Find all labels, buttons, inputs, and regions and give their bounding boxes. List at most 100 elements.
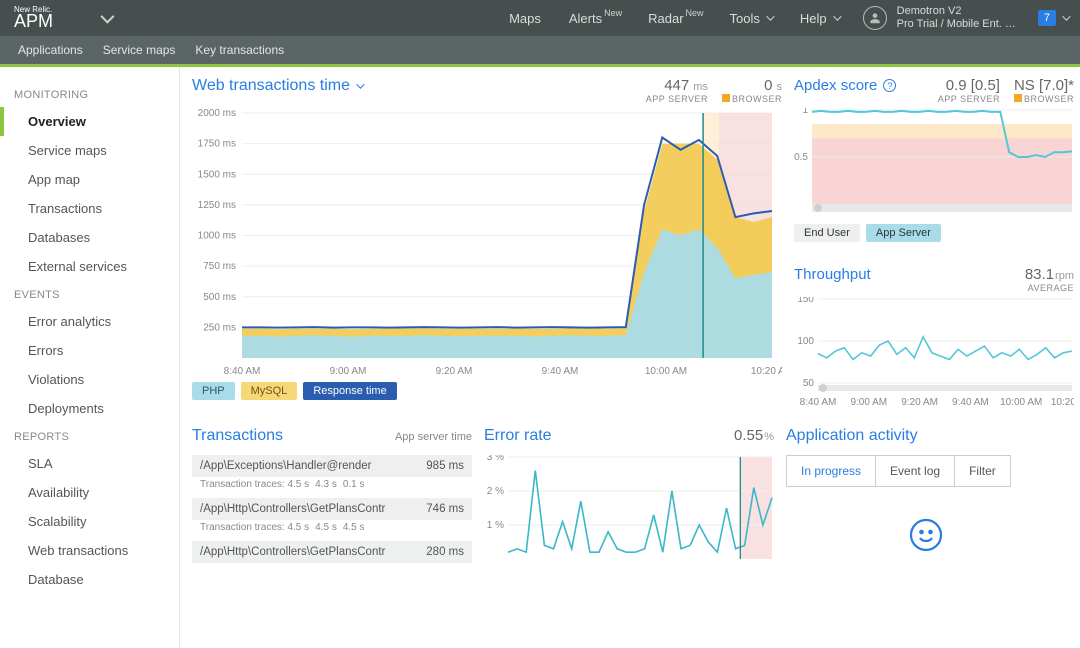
chevron-down-icon (833, 12, 841, 20)
smile-icon (786, 517, 1066, 553)
legend-chip[interactable]: MySQL (241, 382, 298, 400)
metric: 83.1rpm AVERAGE (1025, 266, 1074, 293)
chevron-down-icon (1062, 12, 1070, 20)
topnav-item[interactable]: Maps (495, 0, 555, 36)
legend-chip[interactable]: PHP (192, 382, 235, 400)
svg-text:2000 ms: 2000 ms (198, 108, 236, 119)
topnav-item[interactable]: Tools (716, 0, 786, 36)
svg-text:8:40 AM: 8:40 AM (224, 366, 261, 377)
chevron-down-icon (100, 10, 114, 24)
subnav-item[interactable]: Applications (8, 36, 93, 64)
sidebar-item[interactable]: Scalability (0, 507, 179, 536)
svg-text:1750 ms: 1750 ms (198, 139, 236, 150)
metric-strip: 0.9 [0.5]APP SERVER NS [7.0]*BROWSER (938, 77, 1074, 104)
transaction-row[interactable]: /App\Exceptions\Handler@render985 ms (192, 455, 472, 477)
sidebar-heading: EVENTS (0, 281, 179, 307)
apdex-chart[interactable]: 0.51 (794, 108, 1074, 218)
legend-chip[interactable]: Response time (303, 382, 396, 400)
user-menu[interactable]: Demotron V2 Pro Trial / Mobile Ent. … (853, 0, 1026, 36)
topnav-item[interactable]: RadarNew (634, 0, 715, 36)
transaction-row[interactable]: /App\Http\Controllers\GetPlansContr280 m… (192, 541, 472, 563)
user-icon (863, 6, 887, 30)
metric: 447 msAPP SERVER (646, 77, 708, 104)
panel-title: Application activity (786, 427, 1066, 445)
svg-text:750 ms: 750 ms (203, 261, 236, 272)
web-transactions-chart[interactable]: 250 ms500 ms750 ms1000 ms1250 ms1500 ms1… (192, 108, 782, 378)
sidebar-item[interactable]: Service maps (0, 136, 179, 165)
svg-text:50: 50 (803, 378, 815, 389)
chevron-down-icon (356, 80, 364, 88)
svg-text:3 %: 3 % (487, 455, 504, 463)
svg-text:10:00 AM: 10:00 AM (645, 366, 687, 377)
error-rate-chart[interactable]: 1 % 2 % 3 % (484, 455, 774, 565)
sub-nav: ApplicationsService mapsKey transactions (0, 36, 1080, 64)
svg-text:9:00 AM: 9:00 AM (850, 397, 887, 407)
throughput-chart[interactable]: 501001508:40 AM9:00 AM9:20 AM9:40 AM10:0… (794, 297, 1074, 407)
svg-text:10:00 AM: 10:00 AM (1000, 397, 1042, 407)
tab[interactable]: Filter (955, 456, 1010, 486)
chevron-down-icon (766, 12, 774, 20)
legend: End User App Server (794, 224, 1074, 242)
main-layout: MONITORINGOverviewService mapsApp mapTra… (0, 67, 1080, 648)
panel-title[interactable]: Web transactions time (192, 77, 362, 95)
metric-strip: 447 msAPP SERVER 0 sBROWSER (646, 77, 782, 104)
subnav-item[interactable]: Service maps (93, 36, 186, 64)
svg-text:1 %: 1 % (487, 520, 504, 531)
panel-title: Throughput (794, 266, 871, 283)
tab[interactable]: In progress (787, 456, 876, 486)
help-icon[interactable]: ? (883, 79, 896, 92)
legend: PHP MySQL Response time (192, 382, 782, 400)
svg-text:9:00 AM: 9:00 AM (330, 366, 367, 377)
metric: 0 sBROWSER (722, 77, 782, 104)
metric: 0.9 [0.5]APP SERVER (938, 77, 1000, 104)
svg-text:150: 150 (797, 297, 814, 305)
sidebar-item[interactable]: External services (0, 252, 179, 281)
svg-text:8:40 AM: 8:40 AM (800, 397, 837, 407)
top-nav: MapsAlertsNewRadarNewToolsHelp (495, 0, 853, 36)
transaction-traces: Transaction traces: 4.5 s4.5 s4.5 s (192, 520, 472, 537)
svg-text:100: 100 (797, 336, 814, 347)
sidebar-item[interactable]: Violations (0, 365, 179, 394)
subnav-item[interactable]: Key transactions (185, 36, 294, 64)
svg-text:9:20 AM: 9:20 AM (436, 366, 473, 377)
notifications[interactable]: 7 (1026, 10, 1080, 26)
sidebar-item[interactable]: Errors (0, 336, 179, 365)
svg-text:1500 ms: 1500 ms (198, 169, 236, 180)
sidebar-item[interactable]: Error analytics (0, 307, 179, 336)
panel-title: Error rate (484, 427, 552, 445)
sidebar-item[interactable]: Deployments (0, 394, 179, 423)
sidebar-item[interactable]: App map (0, 165, 179, 194)
tab[interactable]: Event log (876, 456, 955, 486)
user-text: Demotron V2 Pro Trial / Mobile Ent. … (897, 5, 1016, 31)
apdex-panel: Apdex score ? 0.9 [0.5]APP SERVER NS [7.0… (794, 77, 1074, 242)
sidebar-heading: MONITORING (0, 81, 179, 107)
svg-text:2 %: 2 % (487, 486, 504, 497)
panel-subtitle: App server time (395, 431, 472, 443)
sidebar-item[interactable]: Overview (0, 107, 179, 136)
svg-text:10:20 AM: 10:20 AM (751, 366, 782, 377)
transaction-row[interactable]: /App\Http\Controllers\GetPlansContr746 m… (192, 498, 472, 520)
svg-text:9:20 AM: 9:20 AM (901, 397, 938, 407)
svg-text:500 ms: 500 ms (203, 292, 236, 303)
sidebar-item[interactable]: Availability (0, 478, 179, 507)
top-bar: New Relic. APM MapsAlertsNewRadarNewTool… (0, 0, 1080, 36)
legend-chip[interactable]: End User (794, 224, 860, 242)
sidebar-item[interactable]: Transactions (0, 194, 179, 223)
content: Web transactions time 447 msAPP SERVER 0 … (180, 67, 1080, 648)
sidebar-item[interactable]: Database (0, 565, 179, 594)
topnav-item[interactable]: Help (786, 0, 853, 36)
panel-title: Apdex score ? (794, 77, 896, 94)
sidebar-item[interactable]: Web transactions (0, 536, 179, 565)
product-switcher[interactable]: New Relic. APM (0, 6, 125, 30)
metric: 0.55% (734, 427, 774, 444)
notifications-count: 7 (1038, 10, 1056, 26)
legend-chip[interactable]: App Server (866, 224, 941, 242)
metric: NS [7.0]*BROWSER (1014, 77, 1074, 104)
svg-text:1: 1 (802, 108, 808, 116)
topnav-item[interactable]: AlertsNew (555, 0, 634, 36)
svg-text:1250 ms: 1250 ms (198, 200, 236, 211)
sidebar-item[interactable]: SLA (0, 449, 179, 478)
sidebar-item[interactable]: Databases (0, 223, 179, 252)
error-rate-panel: Error rate 0.55% 1 % 2 % 3 % (484, 427, 774, 565)
application-activity-panel: Application activity In progressEvent lo… (786, 427, 1066, 565)
